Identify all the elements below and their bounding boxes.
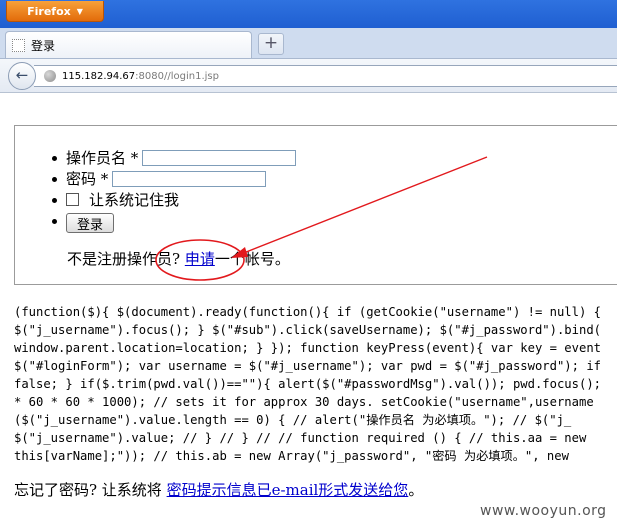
forgot-password-line: 忘记了密码? 让系统将 密码提示信息已e-mail形式发送给您。: [14, 479, 423, 500]
watermark: www.wooyun.org: [480, 503, 607, 519]
back-button[interactable]: ←: [8, 62, 36, 90]
tab-login[interactable]: 登录: [5, 31, 252, 58]
back-arrow-icon: ←: [15, 66, 29, 84]
navigation-toolbar: 115.182.94.67:8080//login1.jsp ←: [0, 59, 617, 93]
remember-row: 让系统记住我: [50, 189, 296, 210]
url-text: 115.182.94.67:8080//login1.jsp: [62, 71, 219, 82]
forgot-password-link[interactable]: 密码提示信息已e-mail形式发送给您: [167, 481, 409, 499]
login-form: 操作员名 * 密码 * 让系统记住我 登录: [50, 147, 297, 233]
address-bar[interactable]: 115.182.94.67:8080//login1.jsp: [34, 65, 617, 87]
login-row: 登录: [50, 210, 296, 233]
firefox-menu-button[interactable]: Firefox ▼: [6, 1, 104, 22]
code-line: ($("j_username").value.length == 0) { //…: [14, 413, 572, 427]
tab-title: 登录: [31, 38, 56, 53]
register-link[interactable]: 申请: [185, 250, 215, 268]
code-line: $("j_username").value; // } // } // // f…: [14, 431, 587, 445]
forgot-suffix: 。: [408, 481, 424, 499]
password-row: 密码 *: [50, 168, 296, 189]
url-path: :8080//login1.jsp: [135, 70, 219, 82]
firefox-menu-label: Firefox: [27, 4, 71, 18]
chevron-down-icon: ▼: [76, 6, 83, 16]
username-label: 操作员名 *: [66, 149, 139, 167]
remember-label: 让系统记住我: [89, 191, 180, 209]
password-label: 密码 *: [66, 170, 109, 188]
username-row: 操作员名 *: [50, 147, 297, 168]
register-line: 不是注册操作员? 申请一个帐号。: [67, 248, 290, 269]
new-tab-button[interactable]: +: [258, 33, 284, 55]
code-line: (function($){ $(document).ready(function…: [14, 305, 601, 319]
leaked-script-source: (function($){ $(document).ready(function…: [14, 303, 617, 465]
page-favicon-icon: [12, 38, 25, 52]
code-line: $("j_username").focus(); } $("#sub").cli…: [14, 323, 601, 337]
code-line: $("#loginForm"); var username = $("#j_us…: [14, 359, 601, 373]
window-titlebar: Firefox ▼: [0, 0, 617, 28]
url-host: 115.182.94.67: [62, 70, 136, 82]
tab-strip: 登录 +: [0, 28, 617, 59]
password-input[interactable]: [112, 170, 267, 187]
globe-icon: [44, 70, 56, 82]
register-prefix: 不是注册操作员?: [67, 250, 185, 268]
code-line: * 60 * 60 * 1000); // sets it for approx…: [14, 395, 594, 409]
code-line: window.parent.location=location; } }); f…: [14, 341, 601, 355]
login-button[interactable]: 登录: [66, 212, 114, 233]
register-suffix: 一个帐号。: [214, 250, 290, 268]
remember-me-checkbox[interactable]: [66, 193, 79, 206]
username-input[interactable]: [142, 149, 297, 166]
code-line: false; } if($.trim(pwd.val())==""){ aler…: [14, 377, 601, 391]
code-line: this[varName];")); // this.ab = new Arra…: [14, 449, 569, 463]
forgot-prefix: 忘记了密码? 让系统将: [14, 481, 167, 499]
